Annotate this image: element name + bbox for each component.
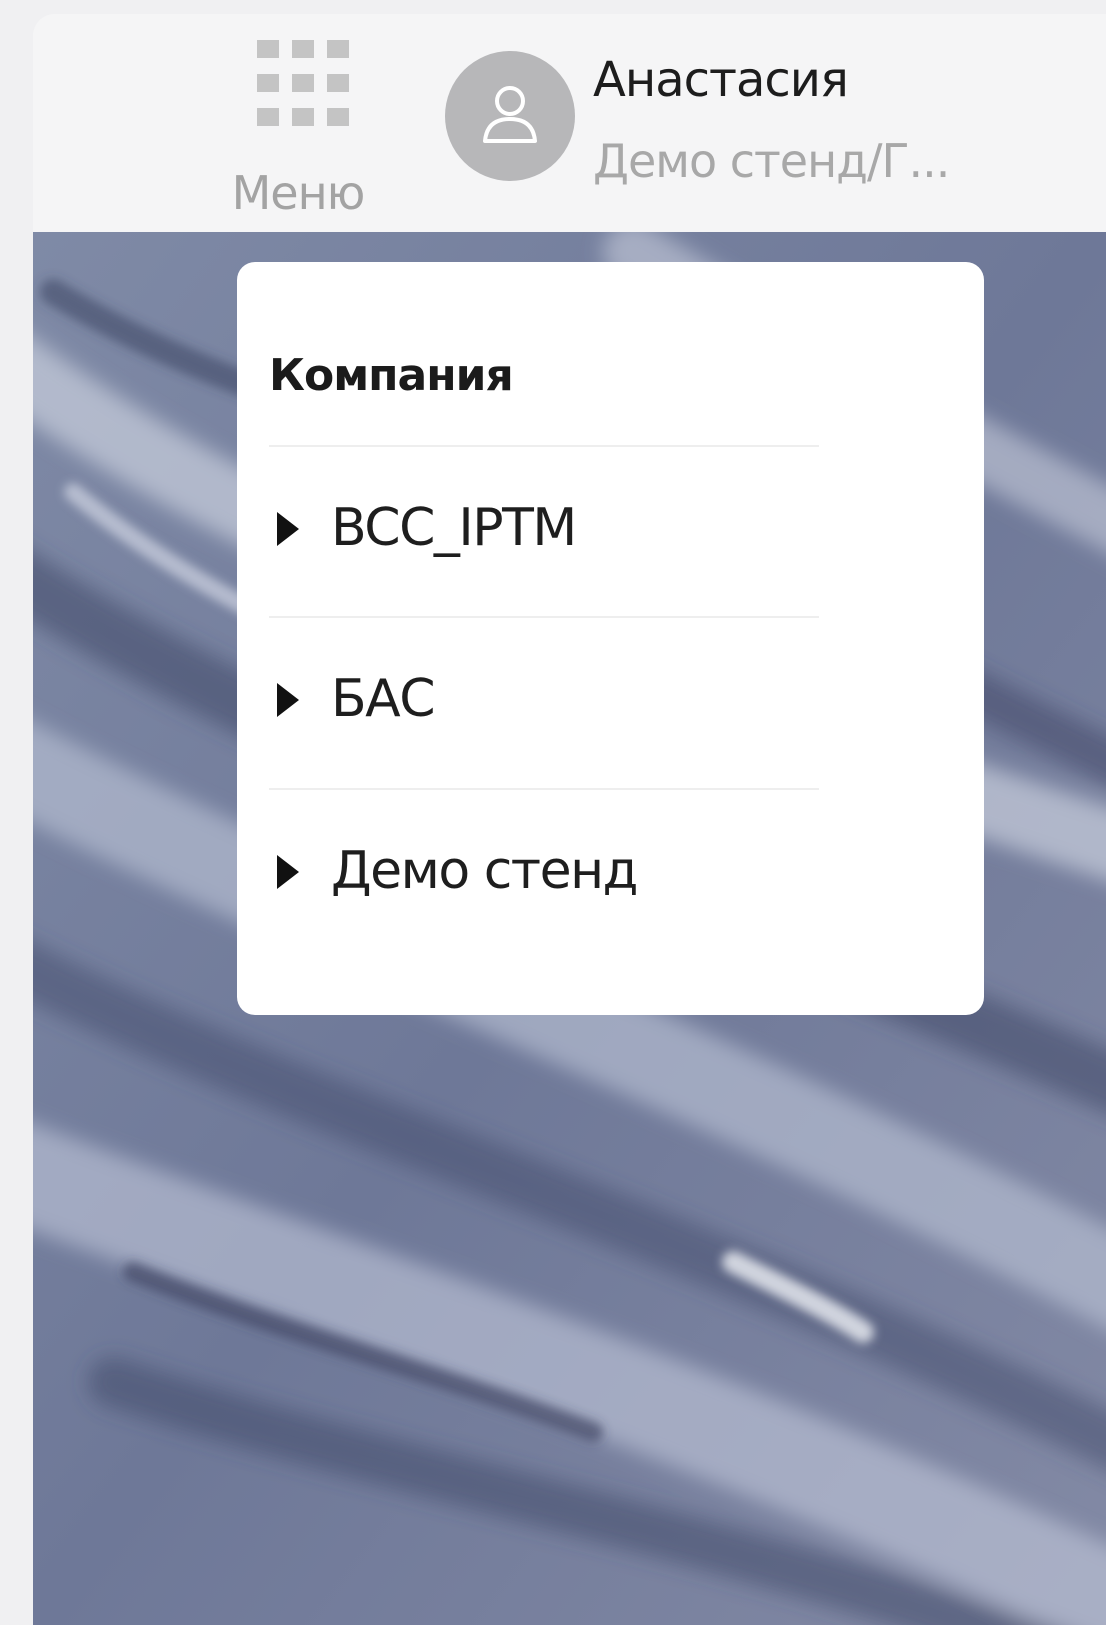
menu-button[interactable]: Меню [223,26,373,226]
dropdown-item-demo-stand[interactable]: Демо стенд [277,815,817,935]
top-bar: Меню Анастасия Демо стенд/Г... [33,14,1106,238]
caret-right-icon[interactable] [277,683,299,717]
company-dropdown: Компания BCC_IPTM БАС Демо стенд [237,262,984,1015]
user-name[interactable]: Анастасия [593,52,849,108]
divider [269,445,819,447]
divider [269,616,819,618]
dropdown-item-label: BCC_IPTM [331,498,577,558]
dropdown-item-label: Демо стенд [331,841,639,901]
grid-icon [257,40,349,126]
dropdown-title: Компания [269,350,514,401]
divider [269,788,819,790]
menu-label: Меню [231,166,366,220]
caret-right-icon[interactable] [277,855,299,889]
dropdown-item-label: БАС [331,669,436,729]
avatar[interactable] [445,51,575,181]
caret-right-icon[interactable] [277,512,299,546]
dropdown-item-bas[interactable]: БАС [277,643,817,763]
dropdown-item-bcc-iptm[interactable]: BCC_IPTM [277,472,817,592]
user-organization[interactable]: Демо стенд/Г... [593,134,950,188]
user-icon [483,86,537,143]
